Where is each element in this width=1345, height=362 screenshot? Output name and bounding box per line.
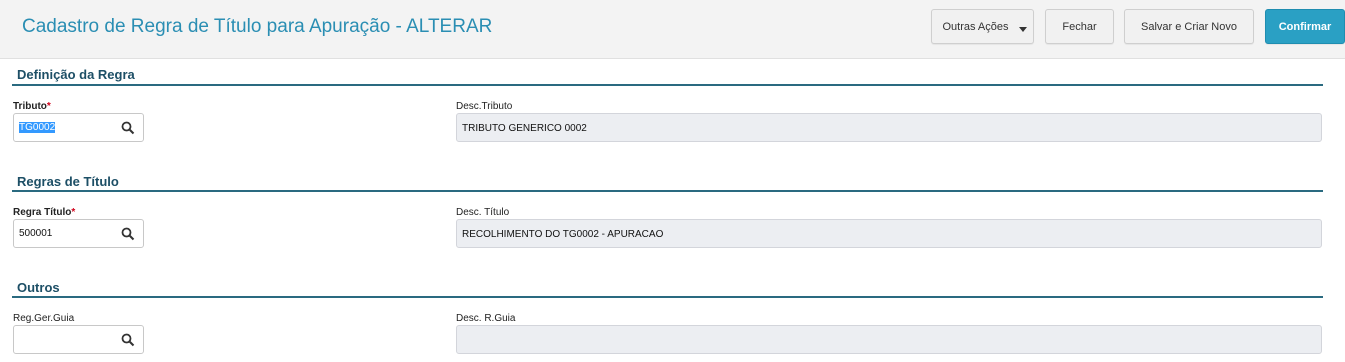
desc-titulo-label: Desc. Título [456, 207, 510, 218]
desc-titulo-value: RECOLHIMENTO DO TG0002 - APURACAO [462, 229, 664, 240]
regra-titulo-label-text: Regra Título [13, 207, 72, 218]
more-actions-button[interactable]: Outras Ações [931, 9, 1034, 44]
search-icon[interactable] [121, 333, 135, 347]
desc-tributo-field: TRIBUTO GENERICO 0002 [456, 113, 1322, 142]
tributo-value: TG0002 [19, 122, 56, 133]
more-actions-label: Outras Ações [942, 20, 1009, 33]
desc-tributo-value: TRIBUTO GENERICO 0002 [462, 123, 587, 134]
regra-titulo-label: Regra Título* [13, 207, 75, 218]
tributo-label: Tributo* [13, 101, 51, 112]
regra-titulo-input[interactable]: 500001 [13, 219, 144, 248]
desc-r-guia-field [456, 325, 1322, 354]
regra-titulo-value: 500001 [19, 228, 53, 239]
section-title-rule-definition: Definição da Regra [17, 67, 135, 82]
confirm-button[interactable]: Confirmar [1265, 9, 1345, 44]
tributo-input[interactable]: TG0002 [13, 113, 144, 142]
section-divider [12, 84, 1323, 86]
close-button[interactable]: Fechar [1045, 9, 1114, 44]
desc-titulo-field: RECOLHIMENTO DO TG0002 - APURACAO [456, 219, 1322, 248]
confirm-button-label: Confirmar [1278, 20, 1332, 33]
page-title: Cadastro de Regra de Título para Apuraçã… [22, 16, 493, 37]
search-icon[interactable] [121, 227, 135, 241]
page-header: Cadastro de Regra de Título para Apuraçã… [0, 0, 1345, 59]
required-marker: * [46, 101, 51, 112]
desc-tributo-label: Desc.Tributo [456, 101, 513, 112]
save-and-new-button[interactable]: Salvar e Criar Novo [1124, 9, 1254, 44]
save-and-new-label: Salvar e Criar Novo [1141, 20, 1237, 33]
close-button-label: Fechar [1062, 20, 1097, 33]
section-divider [12, 296, 1323, 298]
search-icon[interactable] [121, 121, 135, 135]
section-title-others: Outros [17, 280, 60, 295]
chevron-down-icon [1019, 27, 1027, 32]
desc-r-guia-label: Desc. R.Guia [456, 313, 516, 324]
section-title-title-rules: Regras de Título [17, 174, 119, 189]
section-divider [12, 190, 1323, 192]
reg-ger-guia-label: Reg.Ger.Guia [13, 313, 75, 324]
tributo-label-text: Tributo [13, 101, 47, 112]
reg-ger-guia-input[interactable] [13, 325, 144, 354]
required-marker: * [71, 207, 76, 218]
